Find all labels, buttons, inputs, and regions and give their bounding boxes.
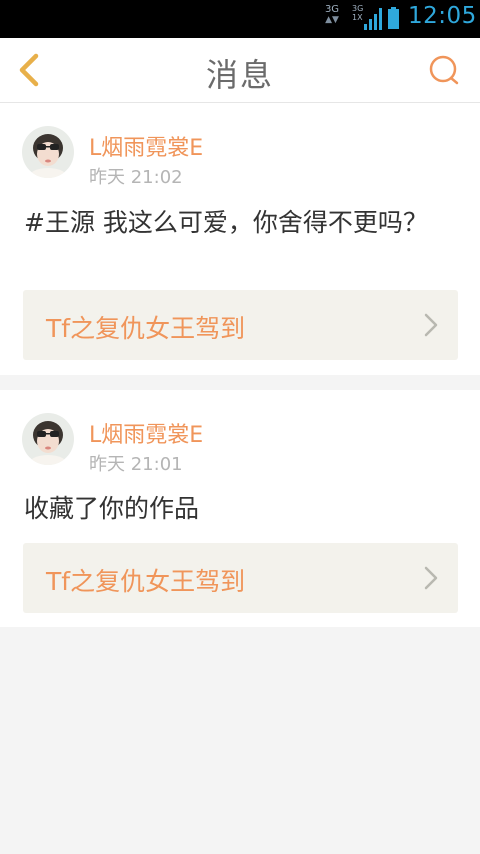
user-avatar-image [22,413,74,465]
search-button[interactable] [424,50,464,90]
chevron-right-icon [424,313,438,337]
work-title: Tf之复仇女王驾到 [46,314,246,343]
page-title: 消息 [205,56,274,94]
work-link[interactable]: Tf之复仇女王驾到 [23,290,458,360]
timestamp: 昨天 21:01 [89,454,183,475]
battery-icon [388,7,399,29]
chevron-right-icon [424,566,438,590]
status-bar: 3G ▲▼ 3G 1X 12:05 [0,0,480,38]
search-icon [429,55,459,85]
username[interactable]: L烟雨霓裳E [89,417,203,449]
signal-indicator: 3G 1X [352,4,382,32]
work-link[interactable]: Tf之复仇女王驾到 [23,543,458,613]
clock: 12:05 [408,3,477,29]
avatar[interactable] [22,413,74,465]
avatar[interactable] [22,126,74,178]
message-text: 收藏了你的作品 [24,494,200,523]
data-arrows-icon: ▲▼ [325,15,339,25]
username[interactable]: L烟雨霓裳E [89,130,203,162]
app-header: 消息 [0,38,480,103]
message-card: L烟雨霓裳E 昨天 21:01 收藏了你的作品 Tf之复仇女王驾到 [0,390,480,627]
timestamp: 昨天 21:02 [89,167,183,188]
network-3g-indicator: 3G ▲▼ [322,4,342,32]
message-card: L烟雨霓裳E 昨天 21:02 #王源 我这么可爱，你舍得不更吗？ Tf之复仇女… [0,103,480,375]
work-title: Tf之复仇女王驾到 [46,567,246,596]
signal-bars-icon [364,8,382,30]
message-text: #王源 我这么可爱，你舍得不更吗？ [24,208,428,237]
user-avatar-image [22,126,74,178]
